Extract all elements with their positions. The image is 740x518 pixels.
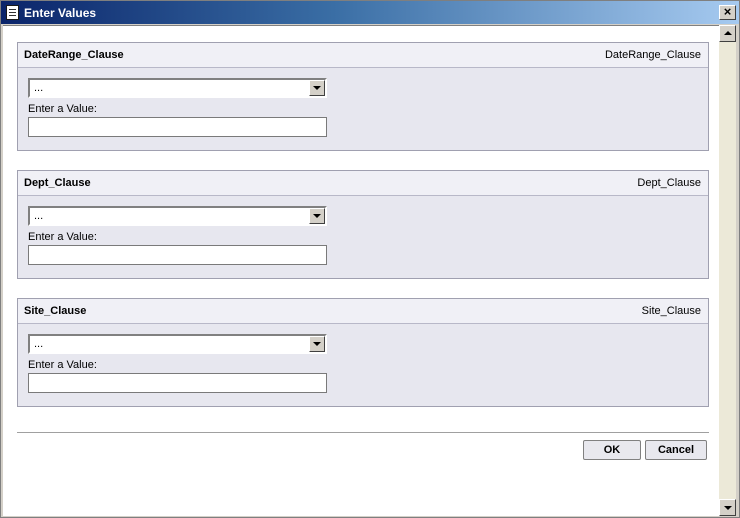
dialog-content: DateRange_Clause DateRange_Clause ... En…: [3, 25, 719, 516]
operator-select-value: ...: [34, 338, 44, 350]
operator-select[interactable]: ...: [28, 78, 327, 98]
operator-select-value: ...: [34, 82, 44, 94]
panel-name: Site_Clause: [641, 305, 701, 317]
panel-title: DateRange_Clause: [24, 49, 124, 61]
panel-name: Dept_Clause: [637, 177, 701, 189]
panel-title: Site_Clause: [24, 305, 87, 317]
panel-header: Site_Clause Site_Clause: [18, 299, 708, 324]
panel-body: ... Enter a Value:: [18, 324, 708, 406]
value-input[interactable]: [28, 117, 327, 137]
vertical-scrollbar[interactable]: [719, 25, 736, 516]
chevron-down-icon[interactable]: [309, 80, 325, 96]
arrow-up-icon[interactable]: [719, 25, 736, 42]
close-icon[interactable]: ×: [719, 5, 736, 20]
ok-button[interactable]: OK: [583, 440, 641, 460]
divider: [17, 432, 709, 433]
clause-panel-dept: Dept_Clause Dept_Clause ... Enter a Valu…: [17, 170, 709, 279]
panel-body: ... Enter a Value:: [18, 68, 708, 150]
title-bar[interactable]: Enter Values: [1, 1, 739, 24]
chevron-down-icon[interactable]: [309, 336, 325, 352]
operator-select[interactable]: ...: [28, 206, 327, 226]
clause-panel-daterange: DateRange_Clause DateRange_Clause ... En…: [17, 42, 709, 151]
panel-body: ... Enter a Value:: [18, 196, 708, 278]
panel-title: Dept_Clause: [24, 177, 91, 189]
operator-select-value: ...: [34, 210, 44, 222]
value-input[interactable]: [28, 373, 327, 393]
operator-select[interactable]: ...: [28, 334, 327, 354]
dialog-window: Enter Values × DateRange_Clause DateRang…: [0, 0, 740, 518]
value-input[interactable]: [28, 245, 327, 265]
arrow-down-icon[interactable]: [719, 499, 736, 516]
panel-header: DateRange_Clause DateRange_Clause: [18, 43, 708, 68]
value-label: Enter a Value:: [28, 103, 97, 115]
panel-header: Dept_Clause Dept_Clause: [18, 171, 708, 196]
chevron-down-icon[interactable]: [309, 208, 325, 224]
document-icon: [6, 5, 19, 20]
clause-panel-site: Site_Clause Site_Clause ... Enter a Valu…: [17, 298, 709, 407]
cancel-button[interactable]: Cancel: [645, 440, 707, 460]
value-label: Enter a Value:: [28, 359, 97, 371]
window-title: Enter Values: [24, 6, 97, 20]
value-label: Enter a Value:: [28, 231, 97, 243]
panel-name: DateRange_Clause: [604, 49, 701, 61]
